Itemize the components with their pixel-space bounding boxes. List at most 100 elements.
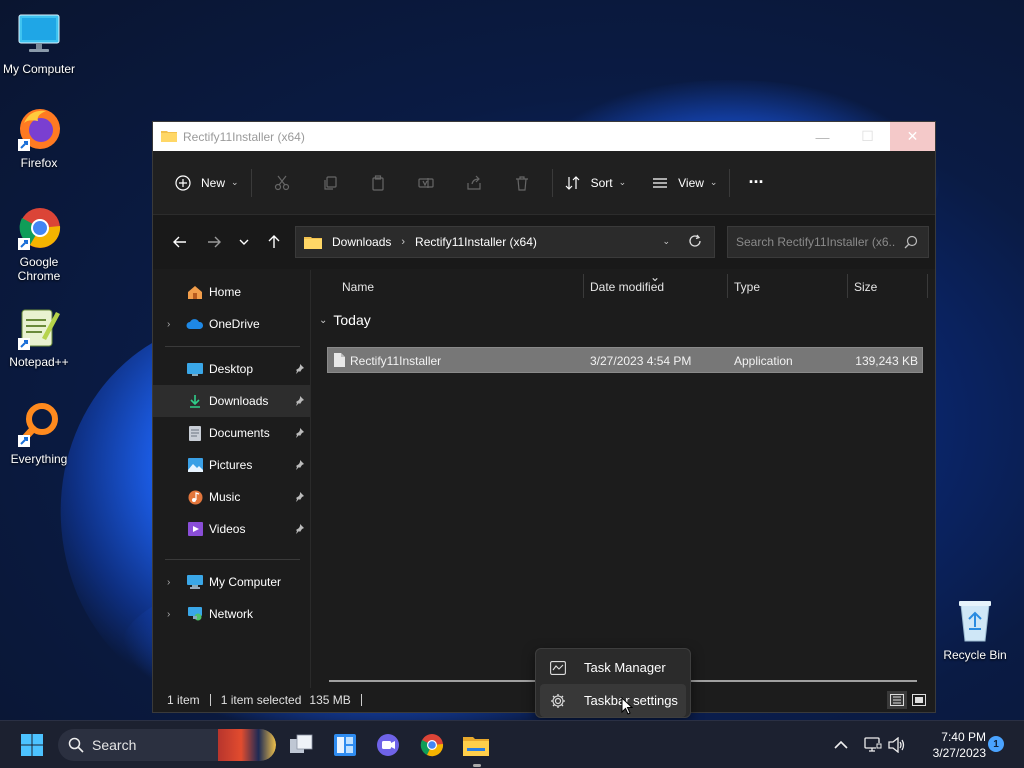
column-divider[interactable] bbox=[727, 274, 728, 298]
column-header-type[interactable]: Type bbox=[734, 280, 760, 294]
videos-icon bbox=[185, 521, 205, 537]
expand-chevron-icon[interactable]: › bbox=[167, 577, 185, 588]
pin-icon[interactable] bbox=[294, 459, 304, 473]
show-hidden-icons-button[interactable] bbox=[825, 729, 857, 761]
sort-button[interactable]: Sort ⌄ bbox=[559, 167, 633, 199]
copy-button[interactable] bbox=[306, 167, 354, 199]
cut-button[interactable] bbox=[258, 167, 306, 199]
widgets-button[interactable] bbox=[329, 729, 361, 761]
taskbar-context-menu: Task Manager Taskbar settings bbox=[535, 648, 691, 718]
minimize-button[interactable]: — bbox=[800, 122, 845, 151]
column-divider[interactable] bbox=[847, 274, 848, 298]
taskbar-chrome-button[interactable] bbox=[416, 729, 448, 761]
desktop-icon-notepadpp[interactable]: Notepad++ bbox=[1, 303, 77, 369]
address-history-chevron-icon[interactable]: ⌄ bbox=[662, 236, 670, 247]
sidebar-item-label: Network bbox=[209, 607, 254, 621]
delete-button[interactable] bbox=[498, 167, 546, 199]
breadcrumb-current-folder[interactable]: Rectify11Installer (x64) bbox=[415, 235, 537, 249]
view-button[interactable]: View ⌄ bbox=[646, 167, 723, 199]
search-input[interactable] bbox=[736, 235, 896, 249]
clipboard-icon bbox=[371, 174, 384, 191]
desktop-icon-label: Everything bbox=[10, 452, 68, 466]
sidebar-item-videos[interactable]: Videos bbox=[153, 513, 310, 545]
sidebar-item-documents[interactable]: Documents bbox=[153, 417, 310, 449]
thumbnails-view-button[interactable] bbox=[909, 691, 929, 709]
sidebar-item-desktop[interactable]: Desktop bbox=[153, 353, 310, 385]
group-header-today[interactable]: ⌄ Today bbox=[311, 306, 935, 334]
pin-icon[interactable] bbox=[294, 363, 304, 377]
arrow-right-icon bbox=[208, 236, 221, 248]
refresh-icon[interactable] bbox=[688, 234, 702, 251]
column-header-date-modified[interactable]: Date modified bbox=[590, 280, 664, 294]
view-label: View bbox=[678, 175, 704, 190]
pin-icon[interactable] bbox=[294, 491, 304, 505]
address-bar[interactable]: Downloads › Rectify11Installer (x64) ⌄ bbox=[295, 226, 715, 258]
start-button[interactable] bbox=[16, 729, 48, 761]
sidebar-item-music[interactable]: Music bbox=[153, 481, 310, 513]
expand-chevron-icon[interactable]: › bbox=[167, 609, 185, 620]
navigation-bar: Downloads › Rectify11Installer (x64) ⌄ bbox=[153, 215, 935, 269]
rename-button[interactable] bbox=[402, 167, 450, 199]
sidebar-item-label: Home bbox=[209, 285, 242, 299]
new-button[interactable]: New ⌄ bbox=[169, 167, 245, 199]
up-button[interactable] bbox=[259, 227, 289, 257]
large-icons-view-icon bbox=[912, 694, 926, 706]
desktop-icon-label: Notepad++ bbox=[9, 355, 69, 369]
sidebar-item-my-computer[interactable]: › My Computer bbox=[153, 566, 310, 598]
collapse-chevron-icon[interactable]: ⌄ bbox=[319, 315, 327, 326]
firefox-icon bbox=[15, 104, 63, 152]
desktop-icon-firefox[interactable]: Firefox bbox=[1, 104, 77, 170]
desktop-icon-my-computer[interactable]: My Computer bbox=[1, 10, 77, 76]
chevron-down-icon: ⌄ bbox=[618, 177, 627, 187]
expand-chevron-icon[interactable]: › bbox=[167, 319, 185, 330]
desktop-icon-recycle-bin[interactable]: Recycle Bin bbox=[937, 596, 1013, 662]
clock-time: 7:40 PM bbox=[941, 730, 986, 744]
sidebar-item-home[interactable]: Home bbox=[153, 276, 310, 308]
sidebar-item-onedrive[interactable]: › OneDrive bbox=[153, 308, 310, 340]
command-separator bbox=[250, 168, 252, 197]
taskbar-file-explorer-button[interactable] bbox=[460, 729, 492, 761]
close-button[interactable]: ✕ bbox=[890, 122, 935, 151]
maximize-button[interactable]: ☐ bbox=[845, 122, 890, 151]
search-box[interactable] bbox=[727, 226, 929, 258]
desktop-icon-everything[interactable]: Everything bbox=[1, 400, 77, 466]
selection-size: 135 MB bbox=[309, 693, 351, 707]
taskbar: Search 7:40 PM 3/27/2023 bbox=[0, 720, 1024, 768]
pin-icon[interactable] bbox=[294, 395, 304, 409]
forward-button[interactable] bbox=[199, 227, 229, 257]
teams-chat-button[interactable] bbox=[372, 729, 404, 761]
table-row[interactable]: Rectify11Installer 3/27/2023 4:54 PM App… bbox=[327, 347, 923, 373]
menu-item-taskbar-settings[interactable]: Taskbar settings bbox=[540, 684, 686, 717]
column-divider[interactable] bbox=[583, 274, 584, 298]
more-options-button[interactable]: ··· bbox=[742, 167, 769, 199]
details-view-button[interactable] bbox=[887, 691, 907, 709]
recycle-bin-icon bbox=[951, 596, 999, 644]
file-explorer-window[interactable]: Rectify11Installer (x64) — ☐ ✕ New ⌄ Sor… bbox=[152, 121, 936, 713]
menu-item-task-manager[interactable]: Task Manager bbox=[540, 651, 686, 684]
task-view-button[interactable] bbox=[285, 729, 317, 761]
breadcrumb-downloads[interactable]: Downloads bbox=[332, 235, 391, 249]
pin-icon[interactable] bbox=[294, 427, 304, 441]
everything-search-icon bbox=[15, 400, 63, 448]
volume-tray-button[interactable] bbox=[881, 729, 913, 761]
sidebar-item-downloads[interactable]: Downloads bbox=[153, 385, 310, 417]
taskbar-search[interactable]: Search bbox=[58, 729, 276, 761]
sidebar-item-pictures[interactable]: Pictures bbox=[153, 449, 310, 481]
search-icon[interactable] bbox=[904, 235, 918, 252]
notification-badge[interactable]: 1 bbox=[988, 736, 1004, 752]
breadcrumb-separator-icon[interactable]: › bbox=[401, 236, 405, 248]
column-header-name[interactable]: Name bbox=[342, 280, 374, 294]
share-button[interactable] bbox=[450, 167, 498, 199]
back-button[interactable] bbox=[165, 227, 195, 257]
sidebar-item-network[interactable]: › Network bbox=[153, 598, 310, 630]
column-divider[interactable] bbox=[927, 274, 928, 298]
recent-locations-button[interactable] bbox=[229, 227, 259, 257]
window-titlebar[interactable]: Rectify11Installer (x64) — ☐ ✕ bbox=[153, 122, 935, 151]
column-header-size[interactable]: Size bbox=[854, 280, 877, 294]
taskbar-clock[interactable]: 7:40 PM 3/27/2023 bbox=[912, 729, 986, 761]
desktop-icon-chrome[interactable]: Google Chrome bbox=[1, 203, 77, 283]
paste-button[interactable] bbox=[354, 167, 402, 199]
pictures-icon bbox=[185, 457, 205, 473]
chat-icon bbox=[377, 734, 399, 756]
pin-icon[interactable] bbox=[294, 523, 304, 537]
